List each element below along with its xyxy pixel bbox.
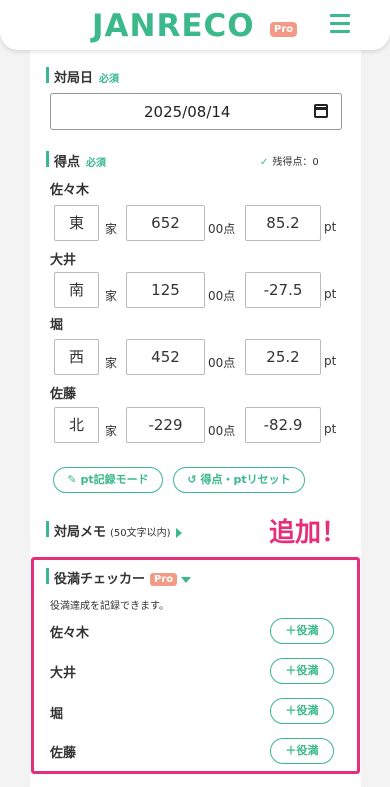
score-input[interactable]: 125 — [126, 272, 205, 308]
score-section-title: 得点 必須 — [46, 151, 106, 170]
score-title-text: 得点 — [54, 155, 81, 170]
check-icon: ✓ — [260, 157, 269, 168]
reset-label: 得点・ptリセット — [200, 473, 291, 486]
memo-hint: (50文字以内) — [110, 528, 171, 539]
calendar-icon[interactable] — [314, 104, 328, 118]
hundreds-suffix: 00点 — [208, 222, 236, 236]
yakuman-description: 役満達成を記録できます。 — [50, 601, 169, 612]
required-label: 必須 — [99, 74, 120, 85]
add-yakuman-button[interactable]: ＋役満 — [270, 698, 334, 724]
ie-label: 家 — [105, 222, 118, 236]
remaining-score: ✓ 残得点：0 — [260, 153, 319, 168]
yakuman-player-name: 堀 — [50, 707, 64, 722]
wind-select[interactable]: 南 — [54, 272, 99, 308]
caret-right-icon — [175, 527, 182, 538]
hundreds-suffix: 00点 — [208, 289, 236, 303]
caret-down-icon — [181, 576, 192, 583]
pt-unit: pt — [324, 220, 337, 234]
yakuman-player-name: 佐藤 — [50, 746, 77, 761]
pt-input[interactable]: 25.2 — [245, 339, 321, 375]
score-input[interactable]: 652 — [126, 205, 205, 241]
player-name: 佐藤 — [50, 387, 77, 402]
record-form-card: 対局日 必須 2025/08/14 得点 必須 ✓ 残得点：0 佐々木 東 家 652… — [30, 40, 361, 787]
reset-button[interactable]: ↺ 得点・ptリセット — [173, 467, 305, 493]
wind-select[interactable]: 西 — [54, 339, 99, 375]
yakuman-player-name: 大井 — [50, 666, 77, 681]
add-yakuman-button[interactable]: ＋役満 — [270, 738, 334, 764]
app-logo[interactable]: JANRECO — [92, 8, 255, 44]
yakuman-section-toggle[interactable]: 役満チェッカー Pro — [46, 568, 192, 587]
undo-icon: ↺ — [187, 473, 197, 486]
wind-select[interactable]: 東 — [54, 205, 99, 241]
date-input[interactable]: 2025/08/14 — [50, 93, 342, 130]
ie-label: 家 — [105, 356, 118, 370]
ie-label: 家 — [105, 424, 118, 438]
pt-mode-button[interactable]: ✎ pt記録モード — [53, 467, 163, 493]
added-callout: 追加！ — [269, 518, 348, 548]
ie-label: 家 — [105, 289, 118, 303]
add-yakuman-button[interactable]: ＋役満 — [270, 658, 334, 684]
player-name: 堀 — [50, 318, 64, 333]
pt-input[interactable]: -82.9 — [245, 407, 321, 443]
hamburger-menu-icon[interactable] — [330, 14, 350, 36]
pt-unit: pt — [324, 354, 337, 368]
remaining-score-text: 残得点：0 — [272, 157, 319, 168]
yakuman-title-text: 役満チェッカー — [54, 572, 146, 587]
hundreds-suffix: 00点 — [208, 356, 236, 370]
pt-input[interactable]: -27.5 — [245, 272, 321, 308]
pt-unit: pt — [324, 287, 337, 301]
pt-unit: pt — [324, 422, 337, 436]
date-value: 2025/08/14 — [144, 103, 231, 121]
wind-select[interactable]: 北 — [54, 407, 99, 443]
add-yakuman-button[interactable]: ＋役満 — [270, 618, 334, 644]
pro-badge: Pro — [150, 573, 178, 586]
yakuman-player-name: 佐々木 — [50, 626, 90, 641]
pt-input[interactable]: 85.2 — [245, 205, 321, 241]
memo-title-text: 対局メモ — [54, 525, 107, 540]
pro-badge: Pro — [270, 22, 298, 37]
pt-mode-label: pt記録モード — [80, 473, 149, 486]
player-name: 佐々木 — [50, 183, 90, 198]
required-label: 必須 — [86, 158, 107, 169]
memo-section-toggle[interactable]: 対局メモ (50文字以内) — [46, 521, 182, 540]
app-header: JANRECO Pro — [0, 0, 390, 50]
score-input[interactable]: 452 — [126, 339, 205, 375]
date-section-title: 対局日 必須 — [46, 67, 119, 86]
score-input[interactable]: -229 — [126, 407, 205, 443]
date-title-text: 対局日 — [54, 71, 94, 86]
player-name: 大井 — [50, 253, 77, 268]
hundreds-suffix: 00点 — [208, 424, 236, 438]
pencil-icon: ✎ — [67, 473, 77, 486]
